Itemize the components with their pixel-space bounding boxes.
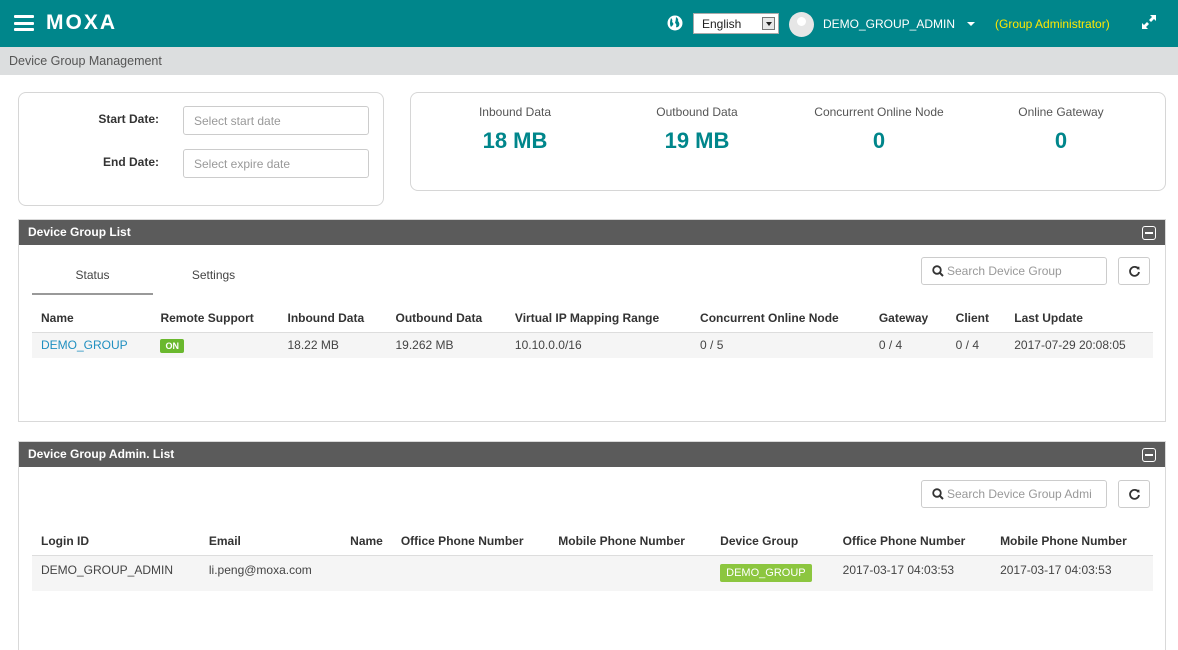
status-badge: ON — [160, 338, 184, 353]
menu-icon[interactable] — [14, 15, 34, 31]
refresh-icon — [1129, 265, 1140, 277]
tab-status[interactable]: Status — [32, 265, 153, 295]
table-row[interactable]: DEMO_GROUP ON 18.22 MB 19.262 MB 10.10.0… — [32, 332, 1153, 358]
dropdown-arrow-icon[interactable] — [762, 17, 775, 30]
column-header[interactable]: Name — [335, 527, 392, 556]
search-icon — [932, 265, 944, 277]
mobile-phone-2-cell: 2017-03-17 04:03:53 — [991, 555, 1153, 591]
table-header-row: Name Remote Support Inbound Data Outboun… — [32, 304, 1153, 333]
user-name[interactable]: DEMO_GROUP_ADMIN — [823, 17, 955, 31]
stat-inbound: Inbound Data 18 MB — [415, 105, 615, 154]
stat-online-node: Concurrent Online Node 0 — [779, 105, 979, 154]
panel-title: Device Group Admin. List — [28, 447, 175, 461]
refresh-button[interactable] — [1118, 257, 1150, 285]
stat-label: Inbound Data — [478, 105, 552, 119]
language-value: English — [702, 17, 742, 31]
column-header[interactable]: Last Update — [1005, 304, 1153, 333]
end-date-label: End Date: — [102, 155, 159, 169]
end-date-input[interactable] — [183, 149, 369, 178]
date-filter-card: Start Date: End Date: — [18, 92, 384, 206]
search-input[interactable] — [947, 484, 1097, 504]
panel-title: Device Group List — [28, 225, 131, 239]
group-name-link[interactable]: DEMO_GROUP — [32, 332, 152, 358]
device-group-list-panel: Device Group List Status Settings Name R… — [18, 219, 1166, 422]
column-header[interactable]: Mobile Phone Number — [549, 527, 712, 556]
stat-value: 19 MB — [664, 128, 730, 153]
stat-value: 18 MB — [482, 128, 548, 153]
column-header[interactable]: Client — [946, 304, 1006, 333]
remote-support-cell: ON — [151, 332, 279, 358]
gateway-cell: 0 / 4 — [869, 332, 947, 358]
collapse-icon[interactable] — [1142, 448, 1156, 462]
admin-table: Login ID Email Name Office Phone Number … — [32, 527, 1153, 591]
fullscreen-icon[interactable] — [1141, 14, 1157, 30]
tab-settings[interactable]: Settings — [153, 265, 274, 295]
mobile-phone-cell — [549, 555, 712, 591]
refresh-icon — [1129, 488, 1140, 500]
collapse-icon[interactable] — [1142, 226, 1156, 240]
user-role: (Group Administrator) — [995, 17, 1110, 31]
column-header[interactable]: Device Group — [711, 527, 834, 556]
column-header[interactable]: Virtual IP Mapping Range — [505, 304, 692, 333]
stats-card: Inbound Data 18 MB Outbound Data 19 MB C… — [410, 92, 1166, 191]
search-input[interactable] — [947, 261, 1097, 281]
column-header[interactable]: Office Phone Number — [391, 527, 550, 556]
client-cell: 0 / 4 — [946, 332, 1006, 358]
stat-outbound: Outbound Data 19 MB — [597, 105, 797, 154]
table-header-row: Login ID Email Name Office Phone Number … — [32, 527, 1153, 556]
column-header[interactable]: Inbound Data — [278, 304, 387, 333]
top-bar: MOXA English DEMO_GROUP_ADMIN (Group Adm… — [0, 0, 1178, 47]
column-header[interactable]: Outbound Data — [386, 304, 506, 333]
search-icon — [932, 488, 944, 500]
column-header[interactable]: Name — [32, 304, 152, 333]
outbound-cell: 19.262 MB — [386, 332, 506, 358]
inbound-cell: 18.22 MB — [278, 332, 387, 358]
office-phone-cell — [391, 555, 550, 591]
start-date-input[interactable] — [183, 106, 369, 135]
search-device-group-admin[interactable] — [921, 480, 1107, 508]
panel-header: Device Group List — [19, 220, 1165, 245]
refresh-button[interactable] — [1118, 480, 1150, 508]
breadcrumb: Device Group Management — [0, 47, 1178, 75]
stat-online-gateway: Online Gateway 0 — [961, 105, 1161, 154]
avatar[interactable] — [789, 12, 814, 37]
stat-value: 0 — [872, 128, 886, 153]
column-header[interactable]: Email — [199, 527, 336, 556]
moxa-logo: MOXA — [46, 11, 117, 34]
stat-label: Online Gateway — [1018, 105, 1104, 119]
stat-value: 0 — [1054, 128, 1068, 153]
last-update-cell: 2017-07-29 20:08:05 — [1005, 332, 1153, 358]
device-group-table: Name Remote Support Inbound Data Outboun… — [32, 304, 1153, 358]
start-date-label: Start Date: — [98, 112, 159, 126]
panel-header: Device Group Admin. List — [19, 442, 1165, 467]
column-header[interactable]: Gateway — [869, 304, 947, 333]
vip-range-cell: 10.10.0.0/16 — [505, 332, 692, 358]
column-header[interactable]: Login ID — [32, 527, 200, 556]
email-cell: li.peng@moxa.com — [199, 555, 336, 591]
login-id-cell: DEMO_GROUP_ADMIN — [32, 555, 200, 591]
office-phone-2-cell: 2017-03-17 04:03:53 — [833, 555, 992, 591]
name-cell — [335, 555, 392, 591]
device-group-admin-list-panel: Device Group Admin. List Login ID Email … — [18, 441, 1166, 650]
device-group-cell: DEMO_GROUP — [711, 555, 834, 591]
stat-label: Concurrent Online Node — [814, 105, 944, 119]
caret-down-icon[interactable] — [967, 22, 975, 26]
stat-label: Outbound Data — [656, 105, 738, 119]
device-group-badge: DEMO_GROUP — [720, 563, 812, 582]
globe-icon — [667, 15, 683, 31]
online-node-cell: 0 / 5 — [691, 332, 870, 358]
column-header[interactable]: Mobile Phone Number — [991, 527, 1153, 556]
column-header[interactable]: Office Phone Number — [833, 527, 992, 556]
table-row[interactable]: DEMO_GROUP_ADMIN li.peng@moxa.com DEMO_G… — [32, 555, 1153, 591]
column-header[interactable]: Remote Support — [151, 304, 279, 333]
search-device-group[interactable] — [921, 257, 1107, 285]
column-header[interactable]: Concurrent Online Node — [691, 304, 870, 333]
language-select[interactable]: English — [693, 13, 779, 34]
